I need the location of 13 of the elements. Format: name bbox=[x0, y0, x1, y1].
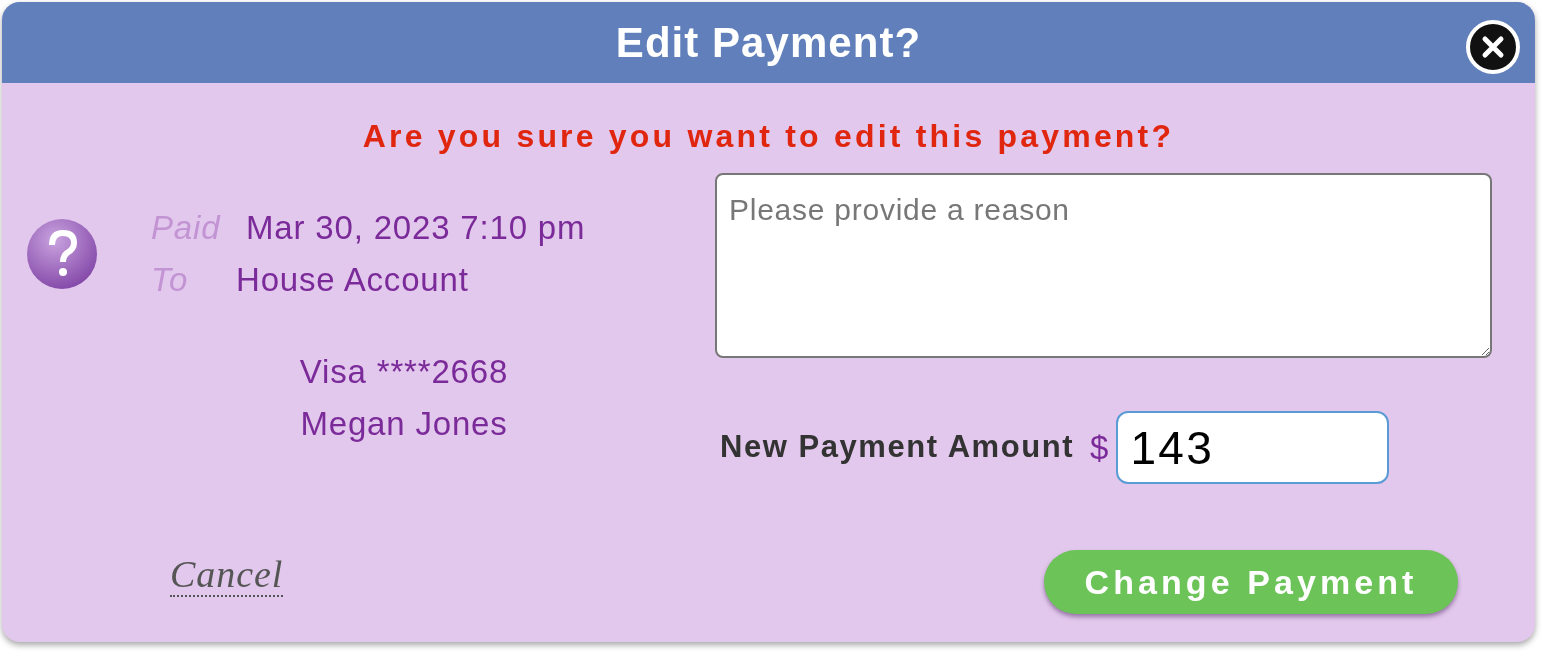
cardholder-name: Megan Jones bbox=[300, 404, 508, 444]
question-icon bbox=[25, 217, 99, 291]
amount-field[interactable]: 143 bbox=[1116, 411, 1390, 484]
currency-symbol: $ bbox=[1090, 427, 1109, 468]
reason-field[interactable]: Please provide a reason bbox=[715, 173, 1492, 358]
warning-message: Are you sure you want to edit this payment? bbox=[362, 117, 1175, 156]
card-number: Visa ****2668 bbox=[299, 352, 509, 392]
paid-date: Mar 30, 2023 7:10 pm bbox=[246, 208, 586, 248]
dialog-title: Edit Payment? bbox=[615, 18, 922, 68]
close-icon[interactable] bbox=[1465, 19, 1521, 75]
payee-name: House Account bbox=[236, 260, 469, 300]
amount-label: New Payment Amount bbox=[720, 428, 1075, 467]
cancel-link[interactable]: Cancel bbox=[170, 553, 284, 597]
